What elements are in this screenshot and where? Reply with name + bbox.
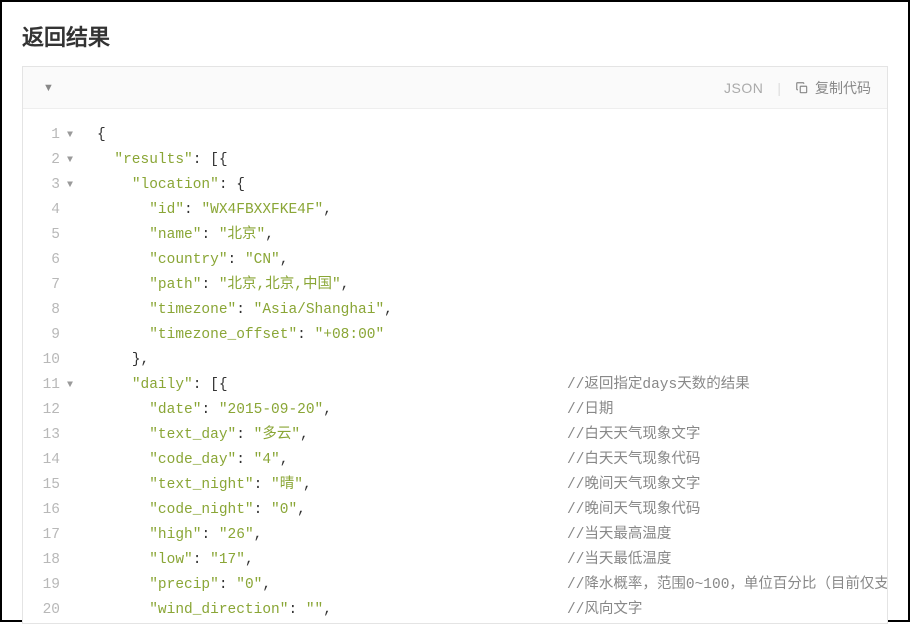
toolbar-divider: |: [777, 80, 781, 96]
line-number: 20: [23, 598, 81, 623]
code-line: {: [97, 123, 887, 148]
code-line: "code_night": "0",//晚间天气现象代码: [97, 498, 887, 523]
code-comment: //风向文字: [567, 598, 642, 623]
fold-toggle-icon[interactable]: ▼: [65, 373, 75, 398]
code-line: "date": "2015-09-20",//日期: [97, 398, 887, 423]
line-number: 11▼: [23, 373, 81, 398]
code-line: "code_day": "4",//白天天气现象代码: [97, 448, 887, 473]
code-line: "id": "WX4FBXXFKE4F",: [97, 198, 887, 223]
line-number: 7: [23, 273, 81, 298]
code-line: },: [97, 348, 887, 373]
code-comment: //晚间天气现象文字: [567, 473, 700, 498]
fold-toggle-icon[interactable]: ▼: [65, 148, 75, 173]
copy-icon: [795, 81, 809, 95]
code-comment: //当天最高温度: [567, 523, 671, 548]
code-lines[interactable]: { "results": [{ "location": { "id": "WX4…: [81, 123, 887, 623]
copy-code-button[interactable]: 复制代码: [795, 78, 871, 98]
code-line: "high": "26",//当天最高温度: [97, 523, 887, 548]
code-line: "low": "17",//当天最低温度: [97, 548, 887, 573]
code-area: 1▼2▼3▼4567891011▼121314151617181920 { "r…: [23, 109, 887, 623]
line-number: 12: [23, 398, 81, 423]
line-number: 19: [23, 573, 81, 598]
code-line: "results": [{: [97, 148, 887, 173]
chevron-down-icon[interactable]: ▼: [43, 82, 54, 94]
fold-toggle-icon[interactable]: ▼: [65, 123, 75, 148]
code-line: "country": "CN",: [97, 248, 887, 273]
fold-toggle-icon[interactable]: ▼: [65, 173, 75, 198]
copy-code-label: 复制代码: [815, 78, 871, 98]
line-number: 15: [23, 473, 81, 498]
code-line: "text_day": "多云",//白天天气现象文字: [97, 423, 887, 448]
line-number: 5: [23, 223, 81, 248]
line-number: 18: [23, 548, 81, 573]
line-number-gutter: 1▼2▼3▼4567891011▼121314151617181920: [23, 123, 81, 623]
line-number: 6: [23, 248, 81, 273]
line-number: 10: [23, 348, 81, 373]
code-panel: ▼ JSON | 复制代码 1▼2▼3▼4567891011▼121314151: [22, 66, 888, 624]
code-toolbar: ▼ JSON | 复制代码: [23, 67, 887, 109]
code-line: "timezone_offset": "+08:00": [97, 323, 887, 348]
code-comment: //晚间天气现象代码: [567, 498, 700, 523]
code-line: "wind_direction": "",//风向文字: [97, 598, 887, 623]
code-comment: //降水概率，范围0~100，单位百分比（目前仅支持国外城: [567, 573, 887, 598]
code-comment: //返回指定days天数的结果: [567, 373, 750, 398]
line-number: 1▼: [23, 123, 81, 148]
code-line: "path": "北京,北京,中国",: [97, 273, 887, 298]
code-line: "daily": [{//返回指定days天数的结果: [97, 373, 887, 398]
line-number: 8: [23, 298, 81, 323]
code-comment: //白天天气现象文字: [567, 423, 700, 448]
code-line: "precip": "0",//降水概率，范围0~100，单位百分比（目前仅支持…: [97, 573, 887, 598]
line-number: 16: [23, 498, 81, 523]
code-line: "location": {: [97, 173, 887, 198]
line-number: 2▼: [23, 148, 81, 173]
code-line: "timezone": "Asia/Shanghai",: [97, 298, 887, 323]
line-number: 9: [23, 323, 81, 348]
line-number: 3▼: [23, 173, 81, 198]
code-comment: //日期: [567, 398, 613, 423]
code-line: "name": "北京",: [97, 223, 887, 248]
code-comment: //当天最低温度: [567, 548, 671, 573]
json-format-label[interactable]: JSON: [724, 80, 763, 96]
code-comment: //白天天气现象代码: [567, 448, 700, 473]
line-number: 4: [23, 198, 81, 223]
line-number: 14: [23, 448, 81, 473]
page-title: 返回结果: [22, 20, 888, 52]
line-number: 17: [23, 523, 81, 548]
line-number: 13: [23, 423, 81, 448]
code-line: "text_night": "晴",//晚间天气现象文字: [97, 473, 887, 498]
